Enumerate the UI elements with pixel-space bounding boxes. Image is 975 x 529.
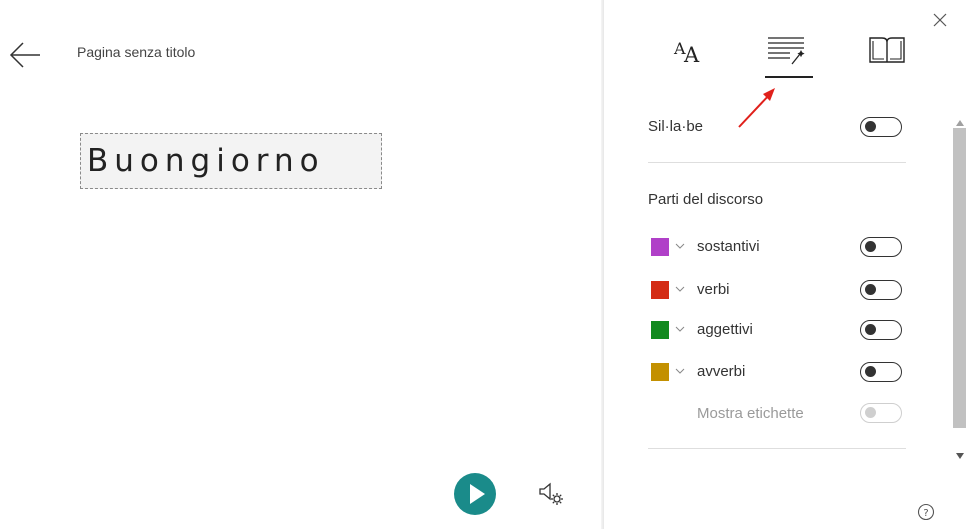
nouns-color-picker[interactable] bbox=[648, 235, 690, 259]
book-icon bbox=[869, 37, 905, 63]
verbs-toggle[interactable] bbox=[860, 280, 902, 300]
scroll-down-arrow-icon[interactable] bbox=[955, 447, 965, 459]
color-swatch bbox=[651, 238, 669, 256]
help-icon[interactable]: ? bbox=[917, 503, 935, 521]
tab-reading-preferences[interactable] bbox=[862, 32, 912, 74]
adjectives-color-picker[interactable] bbox=[648, 318, 690, 342]
verbs-label: verbi bbox=[697, 281, 730, 298]
svg-text:?: ? bbox=[923, 508, 928, 519]
scrollbar-thumb[interactable] bbox=[953, 128, 966, 428]
back-arrow-icon[interactable] bbox=[8, 40, 42, 70]
annotation-arrow bbox=[733, 85, 783, 133]
word-text: Buongiorno bbox=[87, 143, 325, 179]
chevron-down-icon bbox=[675, 326, 685, 332]
color-swatch bbox=[651, 281, 669, 299]
play-icon bbox=[470, 484, 485, 504]
verbs-color-picker[interactable] bbox=[648, 278, 690, 302]
close-icon[interactable] bbox=[930, 10, 950, 30]
chevron-down-icon bbox=[675, 286, 685, 292]
grammar-icon bbox=[768, 37, 805, 65]
show-labels-toggle[interactable] bbox=[860, 403, 902, 423]
voice-settings-icon[interactable] bbox=[537, 479, 565, 509]
selected-tab-indicator bbox=[765, 76, 813, 78]
grammar-panel bbox=[604, 0, 975, 529]
adjectives-toggle[interactable] bbox=[860, 320, 902, 340]
scroll-up-arrow-icon[interactable] bbox=[955, 114, 965, 126]
adverbs-label: avverbi bbox=[697, 363, 746, 380]
tab-grammar-options[interactable] bbox=[762, 32, 812, 74]
page-title: Pagina senza titolo bbox=[77, 44, 196, 60]
svg-text:A: A bbox=[683, 43, 700, 67]
nouns-label: sostantivi bbox=[697, 238, 760, 255]
chevron-down-icon bbox=[675, 368, 685, 374]
play-button[interactable] bbox=[454, 473, 496, 515]
adverbs-toggle[interactable] bbox=[860, 362, 902, 382]
divider-line bbox=[648, 162, 906, 163]
reader-area bbox=[0, 0, 604, 529]
color-swatch bbox=[651, 363, 669, 381]
adverbs-color-picker[interactable] bbox=[648, 360, 690, 384]
tab-text-options[interactable]: A A bbox=[660, 32, 710, 74]
syllables-label: Sil·la·be bbox=[648, 118, 704, 135]
chevron-down-icon bbox=[675, 243, 685, 249]
adjectives-label: aggettivi bbox=[697, 321, 753, 338]
nouns-toggle[interactable] bbox=[860, 237, 902, 257]
selected-word[interactable]: Buongiorno bbox=[80, 133, 382, 189]
show-labels-label: Mostra etichette bbox=[697, 405, 804, 422]
divider-line bbox=[648, 448, 906, 449]
parts-of-speech-heading: Parti del discorso bbox=[648, 191, 764, 208]
syllables-toggle[interactable] bbox=[860, 117, 902, 137]
text-size-icon: A A bbox=[673, 39, 700, 67]
color-swatch bbox=[651, 321, 669, 339]
